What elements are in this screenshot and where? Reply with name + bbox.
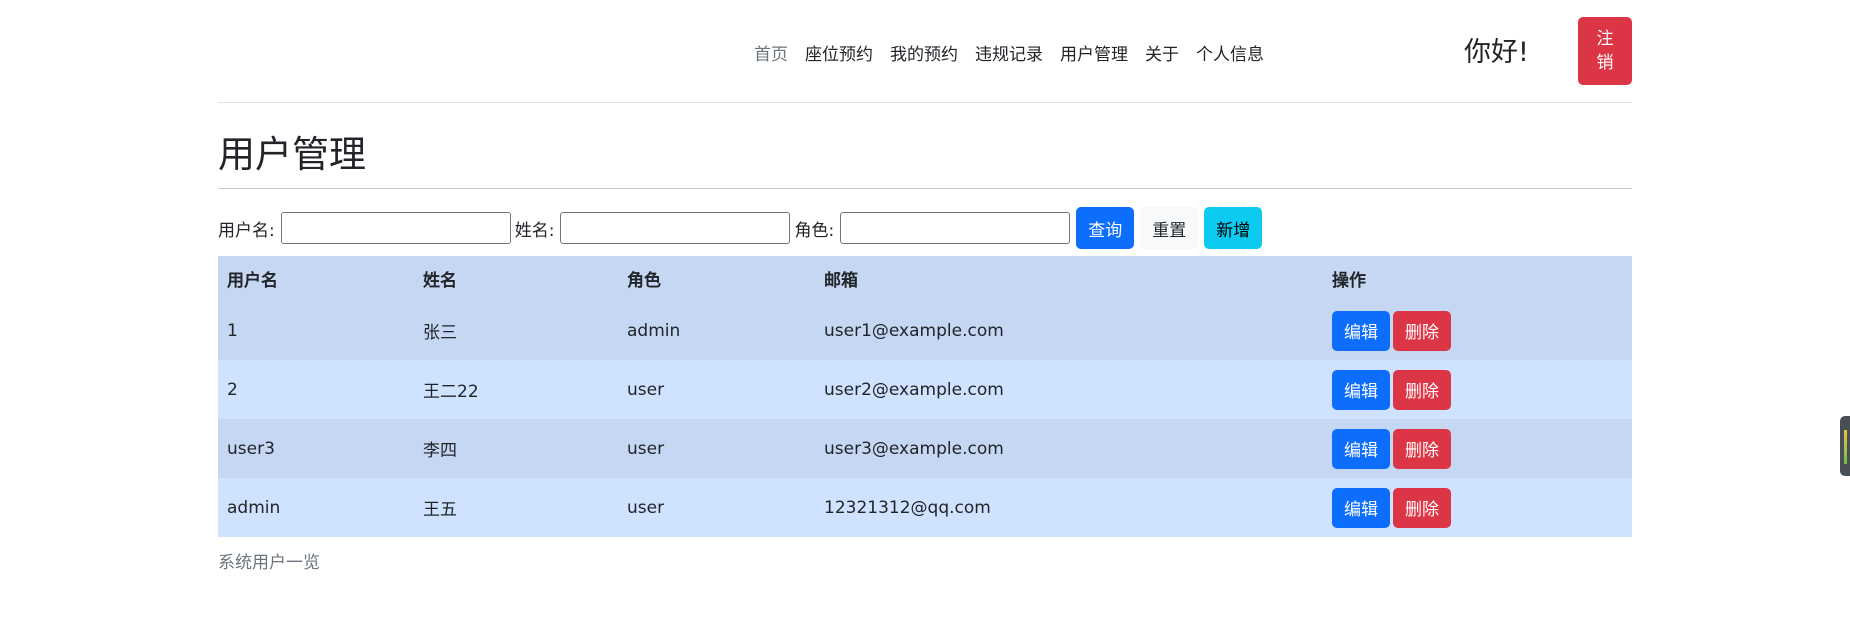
cell-username: admin: [227, 497, 281, 518]
edit-button[interactable]: 编辑: [1332, 369, 1390, 410]
page-title: 用户管理: [218, 133, 366, 176]
nav-item-home[interactable]: 首页: [754, 40, 788, 65]
cell-username: 1: [227, 320, 238, 341]
cell-role: user: [627, 497, 665, 518]
cell-email: user3@example.com: [824, 438, 1004, 459]
column-header-username: 用户名: [227, 271, 278, 291]
nav-item-about[interactable]: 关于: [1145, 40, 1179, 65]
main-nav: 首页 座位预约 我的预约 违规记录 用户管理 关于 个人信息: [754, 40, 1281, 65]
name-label: 姓名:: [514, 220, 555, 241]
table-row: 1 张三 admin user1@example.com 编辑 删除: [218, 301, 1632, 360]
nav-item-user-management[interactable]: 用户管理: [1060, 40, 1128, 65]
table-row: admin 王五 user 12321312@qq.com 编辑 删除: [218, 478, 1632, 537]
username-label: 用户名:: [218, 220, 275, 241]
level-indicator-icon: [1844, 430, 1847, 464]
cell-name: 张三: [423, 323, 457, 343]
table-row: 2 王二22 user user2@example.com 编辑 删除: [218, 360, 1632, 419]
column-header-name: 姓名: [423, 271, 457, 291]
cell-username: 2: [227, 379, 238, 400]
table-caption: 系统用户一览: [218, 553, 320, 573]
nav-item-my-bookings[interactable]: 我的预约: [890, 40, 958, 65]
table-body: 1 张三 admin user1@example.com 编辑 删除 2 王二22…: [218, 301, 1632, 537]
page-container: 首页 座位预约 我的预约 违规记录 用户管理 关于 个人信息 你好! 注销 用户…: [218, 0, 1632, 573]
delete-button[interactable]: 删除: [1393, 369, 1451, 410]
nav-item-profile[interactable]: 个人信息: [1196, 40, 1264, 65]
title-divider: [218, 188, 1632, 189]
column-header-actions: 操作: [1332, 271, 1366, 291]
cell-role: admin: [627, 320, 681, 341]
column-header-role: 角色: [627, 271, 661, 291]
add-button[interactable]: 新增: [1204, 207, 1263, 249]
delete-button[interactable]: 删除: [1393, 428, 1451, 469]
cell-name: 李四: [423, 441, 457, 461]
table-header: 用户名 姓名 角色 邮箱 操作: [218, 256, 1632, 301]
side-panel-handle[interactable]: [1840, 416, 1850, 476]
search-form: 用户名: 姓名: 角色: 查询 重置 新增: [218, 207, 1263, 249]
reset-button[interactable]: 重置: [1140, 207, 1199, 249]
cell-actions: 编辑 删除: [1323, 301, 1632, 360]
nav-item-violations[interactable]: 违规记录: [975, 40, 1043, 65]
greeting-text: 你好!: [1464, 37, 1529, 68]
role-input[interactable]: [840, 212, 1071, 244]
cell-actions: 编辑 删除: [1323, 478, 1632, 537]
cell-email: 12321312@qq.com: [824, 497, 991, 518]
username-input[interactable]: [280, 212, 511, 244]
cell-role: user: [627, 438, 665, 459]
table-header-row: 用户名 姓名 角色 邮箱 操作: [218, 256, 1632, 301]
nav-item-seat-booking[interactable]: 座位预约: [805, 40, 873, 65]
delete-button[interactable]: 删除: [1393, 487, 1451, 528]
edit-button[interactable]: 编辑: [1332, 487, 1390, 528]
edit-button[interactable]: 编辑: [1332, 310, 1390, 351]
query-button[interactable]: 查询: [1076, 207, 1135, 249]
cell-name: 王五: [423, 500, 457, 520]
users-table: 用户名 姓名 角色 邮箱 操作 1 张三 admin user1@example…: [218, 256, 1632, 537]
name-input[interactable]: [560, 212, 791, 244]
role-label: 角色:: [794, 220, 835, 241]
cell-actions: 编辑 删除: [1323, 360, 1632, 419]
column-header-email: 邮箱: [824, 271, 858, 291]
cell-username: user3: [227, 438, 275, 459]
cell-email: user2@example.com: [824, 379, 1004, 400]
cell-role: user: [627, 379, 665, 400]
delete-button[interactable]: 删除: [1393, 310, 1451, 351]
header: 首页 座位预约 我的预约 违规记录 用户管理 关于 个人信息 你好! 注销: [218, 0, 1632, 103]
cell-name: 王二22: [423, 382, 479, 402]
table-row: user3 李四 user user3@example.com 编辑 删除: [218, 419, 1632, 478]
cell-email: user1@example.com: [824, 320, 1004, 341]
edit-button[interactable]: 编辑: [1332, 428, 1390, 469]
logout-button[interactable]: 注销: [1578, 17, 1632, 85]
cell-actions: 编辑 删除: [1323, 419, 1632, 478]
